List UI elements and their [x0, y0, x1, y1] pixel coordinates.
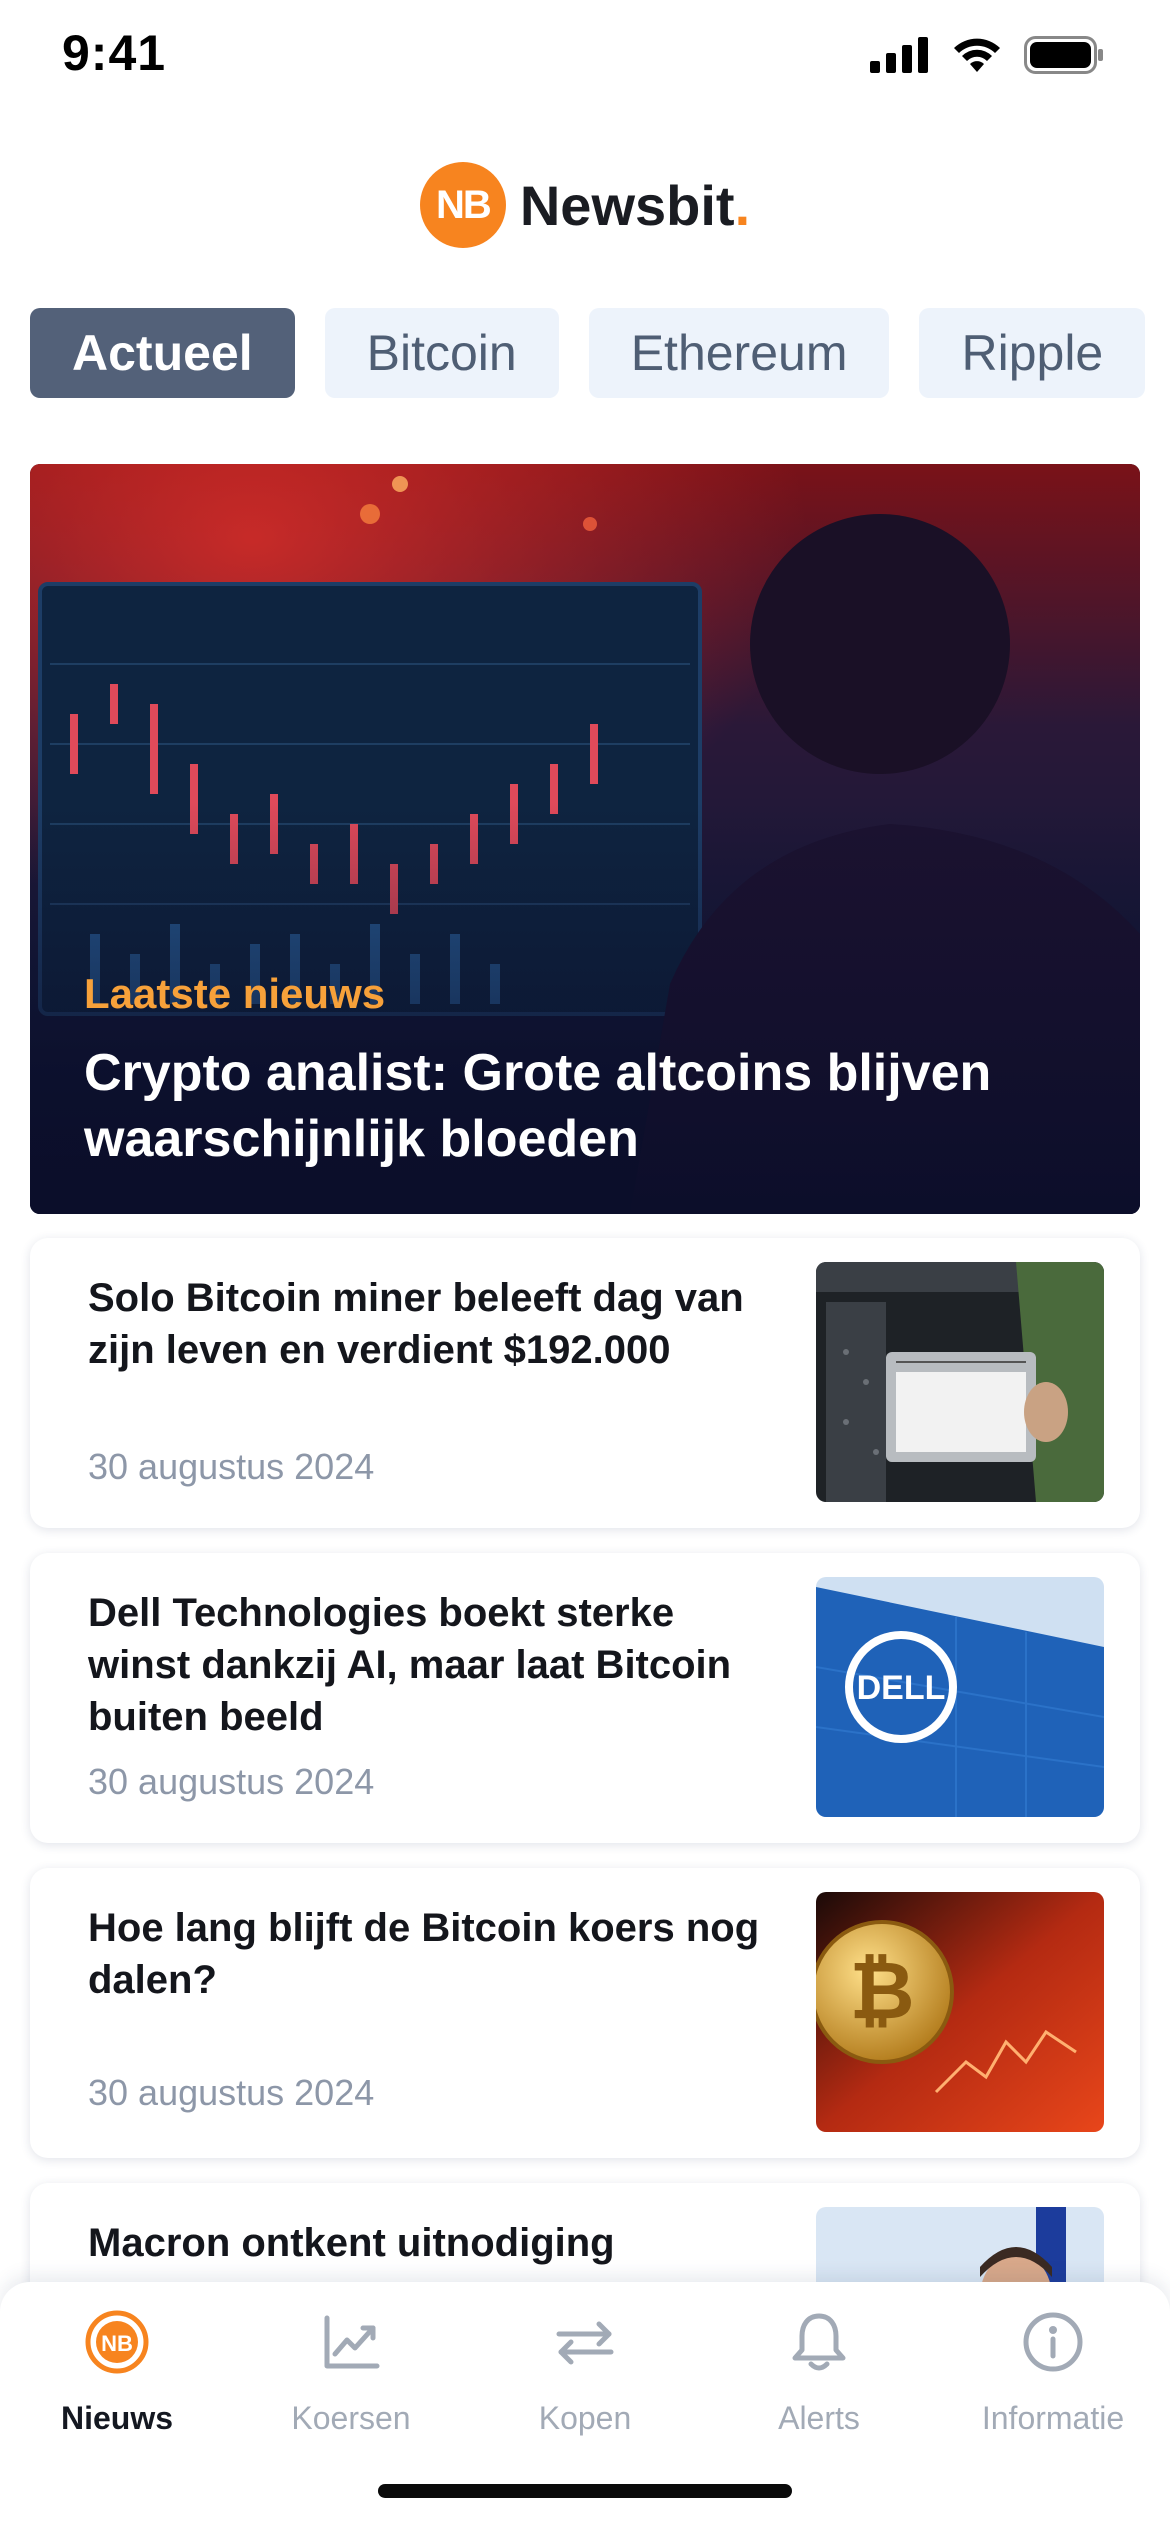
- newsbit-logo-icon: NB: [419, 162, 506, 248]
- article-card[interactable]: Dell Technologies boekt sterke winst dan…: [30, 1553, 1140, 1843]
- info-icon: [1013, 2302, 1093, 2382]
- battery-icon: [1024, 36, 1103, 74]
- article-title: Hoe lang blijft de Bitcoin koers nog dal…: [88, 1906, 760, 2002]
- nav-item-koersen[interactable]: Koersen: [234, 2302, 468, 2437]
- article-date: 30 augustus 2024: [88, 1446, 375, 1487]
- article-title: Dell Technologies boekt sterke winst dan…: [88, 1591, 732, 1739]
- bell-icon: [779, 2302, 859, 2382]
- tab-ethereum[interactable]: Ethereum: [588, 308, 890, 398]
- nav-label: Koersen: [291, 2400, 411, 2436]
- bitcoin-coin-image: ₿: [816, 1892, 1104, 2132]
- chart-icon: [311, 2302, 391, 2382]
- status-time: 9:41: [62, 25, 167, 81]
- svg-text:NB: NB: [101, 2331, 133, 2356]
- svg-text:₿: ₿: [849, 1944, 914, 2037]
- hero-kicker: Laatste nieuws: [84, 970, 386, 1017]
- hero-article[interactable]: Laatste nieuws Crypto analist: Grote alt…: [30, 464, 1140, 1214]
- nav-label: Informatie: [981, 2400, 1125, 2436]
- nav-item-informatie[interactable]: Informatie: [936, 2302, 1170, 2437]
- nav-item-kopen[interactable]: Kopen: [468, 2302, 702, 2437]
- tab-bitcoin[interactable]: Bitcoin: [324, 308, 559, 398]
- svg-text:DELL: DELL: [857, 1669, 946, 1707]
- article-card[interactable]: Solo Bitcoin miner beleeft dag van zijn …: [30, 1238, 1140, 1528]
- cellular-signal-icon: [870, 37, 928, 73]
- article-card[interactable]: Hoe lang blijft de Bitcoin koers nog dal…: [30, 1868, 1140, 2158]
- nav-item-nieuws[interactable]: NB Nieuws: [0, 2302, 234, 2437]
- article-thumbnail: ₿: [816, 1892, 1104, 2132]
- status-bar: 9:41: [0, 0, 1170, 110]
- tab-actueel[interactable]: Actueel: [30, 308, 295, 398]
- article-date: 30 augustus 2024: [88, 1761, 375, 1802]
- nav-label: Kopen: [538, 2400, 632, 2436]
- brand-name: Newsbit: [519, 173, 735, 237]
- hero-text: Laatste nieuws Crypto analist: Grote alt…: [84, 970, 1084, 1172]
- newsbit-icon: NB: [77, 2302, 157, 2382]
- brand-dot: .: [734, 173, 751, 237]
- nav-label: Nieuws: [60, 2400, 174, 2436]
- home-indicator: [378, 2484, 792, 2498]
- miner-image: [816, 1262, 1104, 1502]
- article-thumbnail: [816, 1262, 1104, 1502]
- app-logo-text: Newsbit.: [520, 173, 750, 238]
- nav-item-alerts[interactable]: Alerts: [702, 2302, 936, 2437]
- article-thumbnail: DELL: [816, 1577, 1104, 1817]
- status-icons: [870, 36, 1104, 74]
- hero-title: Crypto analist: Grote altcoins blijven w…: [84, 1044, 992, 1168]
- tab-ripple[interactable]: Ripple: [919, 308, 1146, 398]
- wifi-icon: [954, 38, 1000, 72]
- article-title: Macron ontkent uitnodiging: [88, 2221, 615, 2265]
- article-date: 30 augustus 2024: [88, 2072, 375, 2113]
- app-header: NB Newsbit.: [0, 160, 1170, 250]
- article-title: Solo Bitcoin miner beleeft dag van zijn …: [88, 1276, 744, 1372]
- dell-image: DELL: [816, 1577, 1104, 1817]
- nav-label: Alerts: [778, 2400, 860, 2436]
- swap-icon: [545, 2302, 625, 2382]
- category-tabs: Actueel Bitcoin Ethereum Ripple: [30, 308, 1170, 398]
